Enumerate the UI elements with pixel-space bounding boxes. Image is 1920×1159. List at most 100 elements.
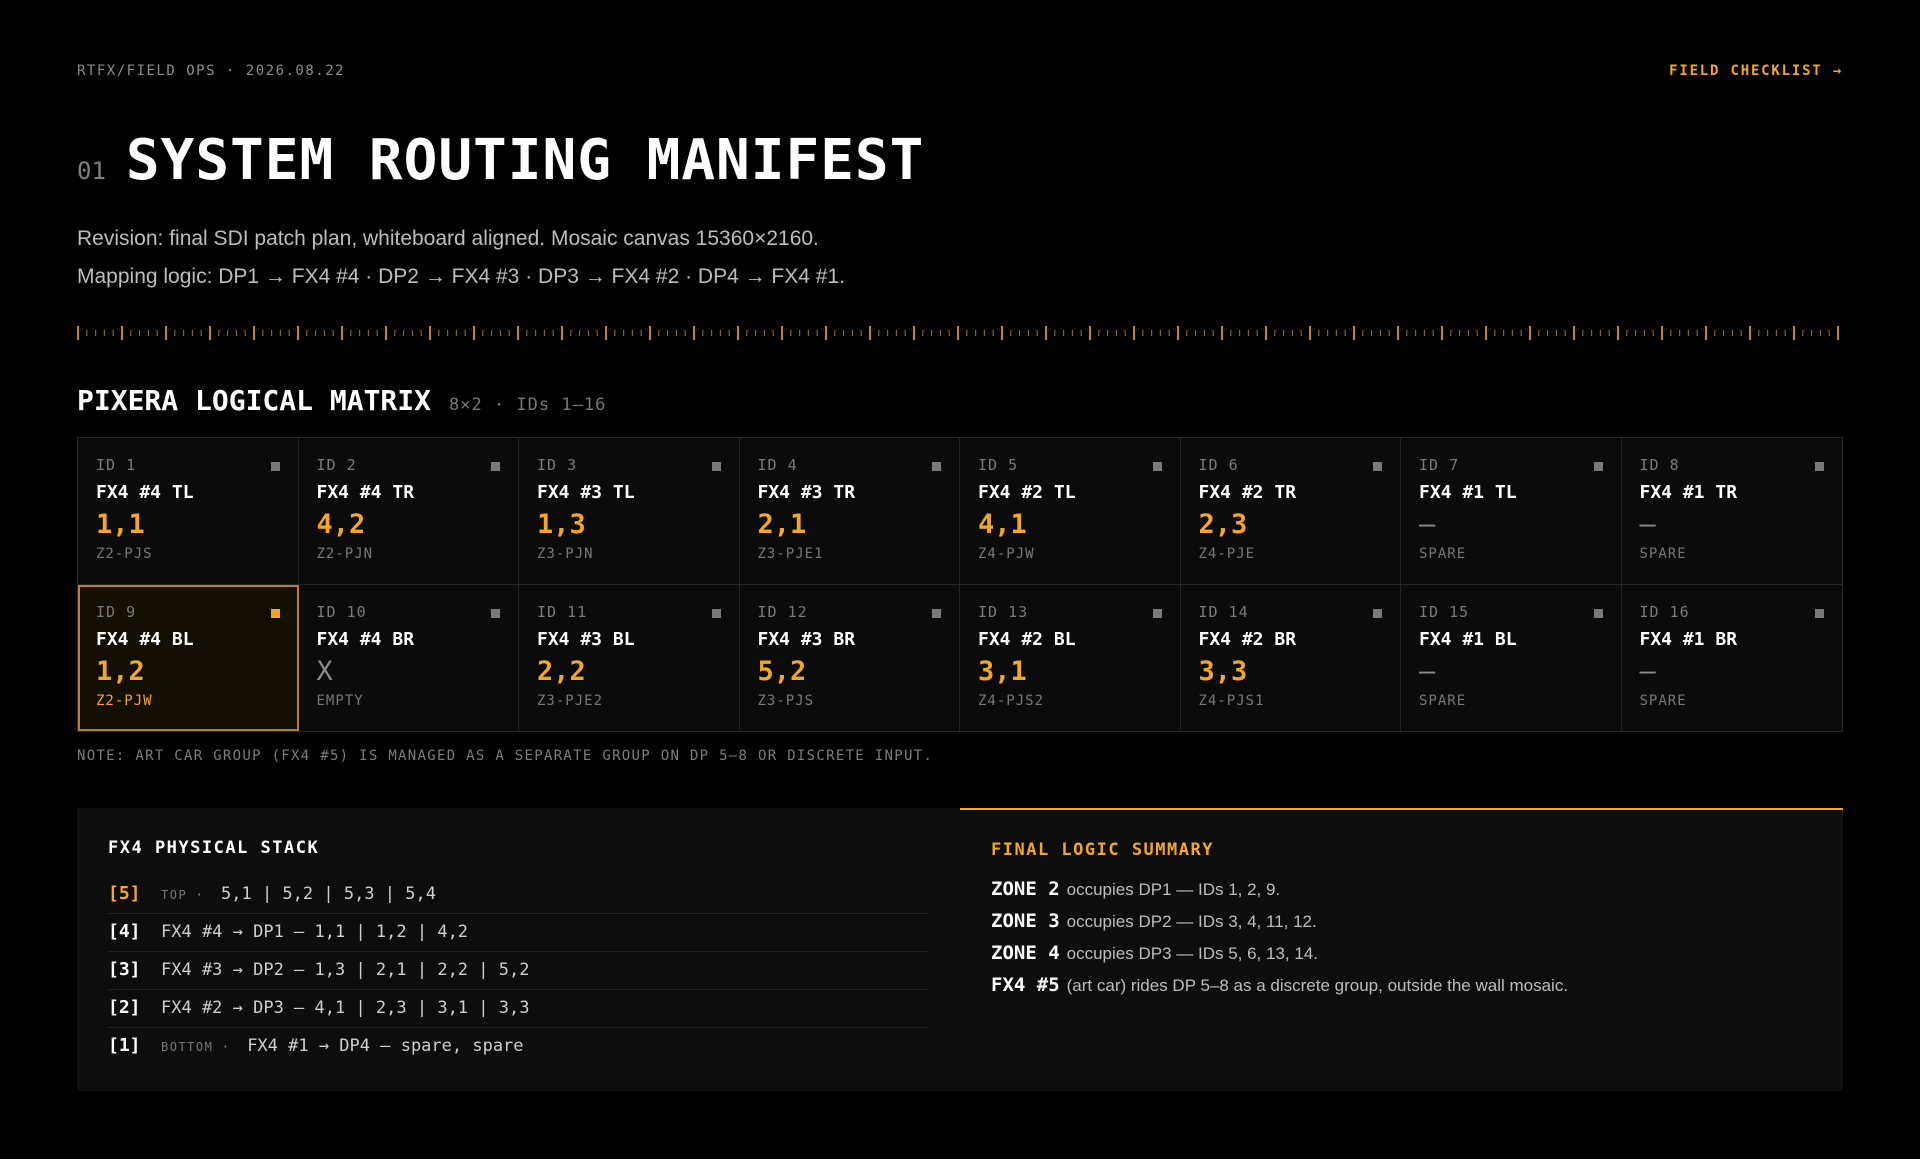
cell-output-name: FX4 #2 TR xyxy=(1198,482,1297,503)
cell-id: ID 10 xyxy=(316,602,367,621)
cell-output-name: FX4 #1 BL xyxy=(1419,628,1517,650)
cell-id: ID 5 xyxy=(978,456,1019,474)
status-square-icon xyxy=(1593,608,1603,618)
summary-row: ZONE 3 occupies DP2 — IDs 3, 4, 11, 12. xyxy=(991,910,1812,942)
breadcrumb: RTFX/FIELD OPS · 2026.08.22 xyxy=(77,63,346,79)
cell-output-name: FX4 #1 TL xyxy=(1419,482,1517,503)
status-square-icon xyxy=(1815,462,1824,471)
stack-row: [4] FX4 #4 → DP1 — 1,1 | 1,2 | 4,2 xyxy=(108,914,929,952)
summary-list: ZONE 2 occupies DP1 — IDs 1, 2, 9. ZONE 3… xyxy=(991,878,1812,1006)
matrix-cell[interactable]: ID 1 FX4 #4 TL 1,1 Z2-PJS xyxy=(78,438,299,585)
stack-slot: [3] xyxy=(108,959,141,980)
cell-id: ID 2 xyxy=(316,456,357,474)
separator-dot: · xyxy=(195,888,204,903)
matrix-cell[interactable]: ID 8 FX4 #1 TR — SPARE xyxy=(1621,438,1842,585)
summary-row: ZONE 4 occupies DP3 — IDs 5, 6, 13, 14. xyxy=(991,942,1812,974)
matrix-cell[interactable]: ID 3 FX4 #3 TL 1,3 Z3-PJN xyxy=(519,438,740,585)
cell-id: ID 1 xyxy=(96,456,137,474)
cell-zone: Z3-PJE2 xyxy=(537,692,604,709)
cell-id: ID 4 xyxy=(757,456,798,474)
matrix-cell[interactable]: ID 7 FX4 #1 TL — SPARE xyxy=(1401,438,1622,585)
cell-coord: 1,1 xyxy=(96,509,145,540)
stack-slot: [5] xyxy=(108,883,141,904)
matrix-cell-selected[interactable]: ID 9 FX4 #4 BL 1,2 Z2-PJW xyxy=(78,584,299,731)
cell-id: ID 16 xyxy=(1639,602,1690,621)
physical-stack-panel: FX4 PHYSICAL STACK [5] TOP · 5,1 | 5,2 | … xyxy=(77,808,960,1091)
stack-row: [1] BOTTOM · FX4 #1 → DP4 — spare, spare xyxy=(108,1028,929,1066)
matrix-cell[interactable]: ID 4 FX4 #3 TR 2,1 Z3-PJE1 xyxy=(739,438,960,585)
matrix-cell[interactable]: ID 12 FX4 #3 BR 5,2 Z3-PJS xyxy=(740,584,960,731)
matrix-cell[interactable]: ID 5 FX4 #2 TL 4,1 Z4-PJW xyxy=(960,438,1181,585)
description-revision: Revision: final SDI patch plan, whiteboa… xyxy=(77,227,819,250)
summary-title: FINAL LOGIC SUMMARY xyxy=(991,840,1214,860)
cell-zone: Z4-PJW xyxy=(978,546,1035,562)
summary-text: occupies DP1 — IDs 1, 2, 9. xyxy=(1066,880,1281,899)
cell-zone: SPARE xyxy=(1639,546,1687,562)
cell-output-name: FX4 #2 BR xyxy=(1198,628,1297,650)
cell-coord: — xyxy=(1639,509,1656,540)
logic-summary-panel: FINAL LOGIC SUMMARY ZONE 2 occupies DP1 —… xyxy=(960,808,1843,1091)
cell-coord: 2,2 xyxy=(537,655,586,687)
cell-id: ID 12 xyxy=(757,602,808,621)
stack-slot: [2] xyxy=(108,997,141,1018)
cell-coord: — xyxy=(1419,509,1436,540)
cell-coord: 4,2 xyxy=(316,509,366,540)
matrix-cell[interactable]: ID 15 FX4 #1 BL — SPARE xyxy=(1401,584,1622,731)
cell-coord: 3,3 xyxy=(1198,655,1248,687)
page-title-row: 01 SYSTEM ROUTING MANIFEST xyxy=(77,128,924,193)
cell-output-name: FX4 #3 TR xyxy=(757,482,856,503)
cell-coord: 3,1 xyxy=(978,655,1027,687)
status-square-icon xyxy=(1815,608,1824,618)
cell-id: ID 8 xyxy=(1639,456,1680,474)
matrix-cell[interactable]: ID 2 FX4 #4 TR 4,2 Z2-PJN xyxy=(298,438,519,585)
stack-position-tag: TOP xyxy=(161,888,188,902)
matrix-cell[interactable]: ID 13 FX4 #2 BL 3,1 Z4-PJS2 xyxy=(960,584,1181,731)
description: Revision: final SDI patch plan, whiteboa… xyxy=(77,220,845,296)
cell-zone: SPARE xyxy=(1419,692,1467,709)
cell-id: ID 14 xyxy=(1198,602,1249,621)
status-square-icon xyxy=(270,462,280,471)
stack-row: [2] FX4 #2 → DP3 — 4,1 | 2,3 | 3,1 | 3,3 xyxy=(108,990,929,1028)
cell-output-name: FX4 #1 TR xyxy=(1639,482,1738,503)
cell-output-name: FX4 #2 TL xyxy=(978,482,1076,503)
status-square-icon xyxy=(932,608,941,618)
stack-row: [5] TOP · 5,1 | 5,2 | 5,3 | 5,4 xyxy=(108,876,929,914)
cell-id: ID 13 xyxy=(978,602,1029,621)
cell-zone: Z3-PJS xyxy=(757,692,815,709)
cell-output-name: FX4 #4 BR xyxy=(316,628,415,650)
status-square-icon xyxy=(1152,462,1162,471)
cell-zone: SPARE xyxy=(1419,546,1467,562)
field-checklist-link[interactable]: FIELD CHECKLIST → xyxy=(1669,63,1843,79)
cell-coord: 2,1 xyxy=(757,509,807,540)
ruler-divider xyxy=(77,326,1839,340)
stack-slot: [4] xyxy=(108,921,141,942)
stack-list: [5] TOP · 5,1 | 5,2 | 5,3 | 5,4 [4] FX4 #… xyxy=(108,876,929,1066)
cell-output-name: FX4 #1 BR xyxy=(1639,628,1738,650)
stack-text: 5,1 | 5,2 | 5,3 | 5,4 xyxy=(221,884,436,904)
logical-matrix-grid: ID 1 FX4 #4 TL 1,1 Z2-PJS ID 2 FX4 #4 TR 4,2 Z… xyxy=(77,437,1843,732)
cell-output-name: FX4 #4 TR xyxy=(316,482,415,503)
cell-coord: 1,2 xyxy=(96,655,145,687)
cell-zone: Z3-PJN xyxy=(537,546,594,562)
stack-slot: [1] xyxy=(108,1035,141,1056)
matrix-cell[interactable]: ID 14 FX4 #2 BR 3,3 Z4-PJS1 xyxy=(1181,584,1401,731)
cell-output-name: FX4 #2 BL xyxy=(978,628,1076,650)
stack-text: FX4 #3 → DP2 — 1,3 | 2,1 | 2,2 | 5,2 xyxy=(161,960,530,980)
summary-row: FX4 #5 (art car) rides DP 5–8 as a discre… xyxy=(991,974,1812,1006)
cell-output-name: FX4 #3 BL xyxy=(537,628,635,650)
cell-zone: Z4-PJS1 xyxy=(1198,692,1265,709)
matrix-cell[interactable]: ID 6 FX4 #2 TR 2,3 Z4-PJE xyxy=(1180,438,1401,585)
cell-output-name: FX4 #4 BL xyxy=(96,628,194,650)
status-square-icon xyxy=(491,608,500,618)
stack-text: FX4 #2 → DP3 — 4,1 | 2,3 | 3,1 | 3,3 xyxy=(161,998,530,1018)
matrix-cell[interactable]: ID 11 FX4 #3 BL 2,2 Z3-PJE2 xyxy=(519,584,740,731)
cell-coord: 2,3 xyxy=(1198,509,1248,540)
separator-dot: · xyxy=(221,1040,230,1055)
cell-id: ID 7 xyxy=(1419,456,1460,474)
cell-zone: Z2-PJW xyxy=(96,692,153,709)
summary-row: ZONE 2 occupies DP1 — IDs 1, 2, 9. xyxy=(991,878,1812,910)
status-square-icon xyxy=(270,608,280,618)
matrix-cell[interactable]: ID 16 FX4 #1 BR — SPARE xyxy=(1622,585,1843,732)
matrix-cell[interactable]: ID 10 FX4 #4 BR X EMPTY xyxy=(299,584,519,731)
top-bar: RTFX/FIELD OPS · 2026.08.22 FIELD CHECKL… xyxy=(77,58,1843,84)
